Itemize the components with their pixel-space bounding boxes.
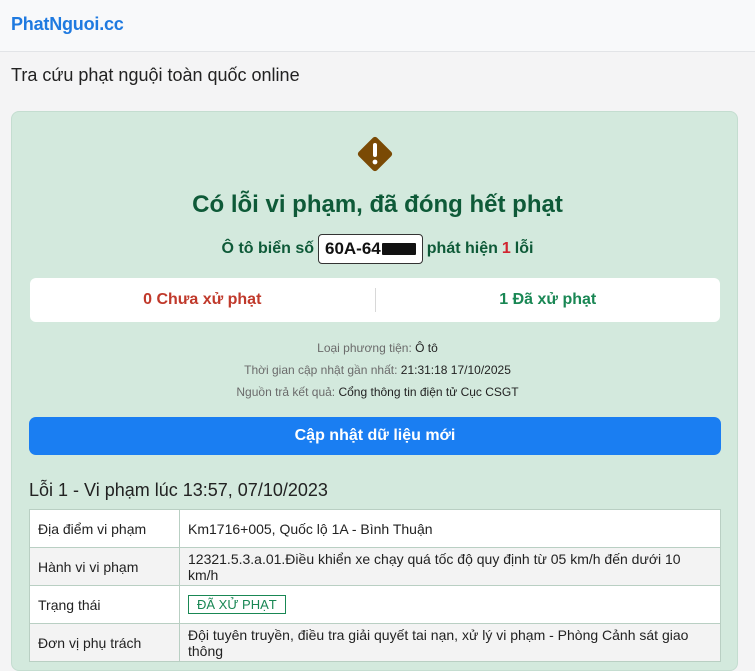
plate-redaction — [381, 243, 416, 255]
source-value: Cổng thông tin điện tử Cục CSGT — [338, 385, 519, 399]
vehicle-type-line: Loại phương tiện: Ô tô — [0, 341, 755, 355]
plate-number: 60A-64 — [325, 239, 381, 258]
vehicle-type-label: Loại phương tiện: — [317, 341, 412, 355]
status-title: Có lỗi vi phạm, đã đóng hết phạt — [192, 191, 563, 218]
plate-summary-line: Ô tô biển số 60A-64 phát hiện 1 lỗi — [0, 233, 755, 265]
violation-details-table: Địa điểm vi phạm Km1716+005, Quốc lộ 1A … — [29, 509, 721, 662]
violation-count: 1 — [501, 240, 511, 257]
violation-summary: 0 Chưa xử phạt 1 Đã xử phạt — [30, 278, 720, 322]
license-plate: 60A-64 — [318, 234, 423, 264]
row-value: 12321.5.3.a.01.Điều khiển xe chạy quá tố… — [179, 547, 721, 586]
updated-line: Thời gian cập nhật gần nhất: 21:31:18 17… — [0, 363, 755, 377]
row-value: ĐÃ XỬ PHẠT — [179, 585, 721, 624]
row-value: Km1716+005, Quốc lộ 1A - Bình Thuận — [179, 509, 721, 548]
row-value: Đội tuyên truyền, điều tra giải quyết ta… — [179, 623, 721, 662]
row-label: Hành vi vi phạm — [29, 547, 180, 586]
row-label: Đơn vị phụ trách — [29, 623, 180, 662]
table-row: Hành vi vi phạm 12321.5.3.a.01.Điều khiể… — [29, 547, 721, 586]
table-row: Trạng thái ĐÃ XỬ PHẠT — [29, 585, 721, 624]
updated-value: 21:31:18 17/10/2025 — [400, 363, 511, 377]
top-navbar: PhatNguoi.cc — [0, 0, 755, 52]
row-label: Địa điểm vi phạm — [29, 509, 180, 548]
row-label: Trạng thái — [29, 585, 180, 624]
page-heading: Tra cứu phạt nguội toàn quốc online — [11, 65, 300, 85]
source-label: Nguồn trả kết quả: — [236, 385, 336, 399]
found-suffix: lỗi — [514, 240, 534, 257]
warning-icon — [357, 136, 393, 172]
brand-logo[interactable]: PhatNguoi.cc — [11, 14, 124, 35]
status-badge: ĐÃ XỬ PHẠT — [188, 595, 286, 614]
updated-label: Thời gian cập nhật gần nhất: — [244, 363, 398, 377]
paid-count[interactable]: 1 Đã xử phạt — [376, 291, 721, 309]
update-data-button[interactable]: Cập nhật dữ liệu mới — [29, 417, 721, 455]
violation-title: Lỗi 1 - Vi phạm lúc 13:57, 07/10/2023 — [29, 480, 328, 500]
plate-prefix: Ô tô biển số — [221, 240, 314, 257]
vehicle-type-value: Ô tô — [415, 341, 438, 355]
unpaid-count[interactable]: 0 Chưa xử phạt — [30, 291, 375, 309]
table-row: Đơn vị phụ trách Đội tuyên truyền, điều … — [29, 623, 721, 662]
found-prefix: phát hiện — [426, 240, 498, 257]
table-row: Địa điểm vi phạm Km1716+005, Quốc lộ 1A … — [29, 509, 721, 548]
source-line: Nguồn trả kết quả: Cổng thông tin điện t… — [0, 385, 755, 399]
